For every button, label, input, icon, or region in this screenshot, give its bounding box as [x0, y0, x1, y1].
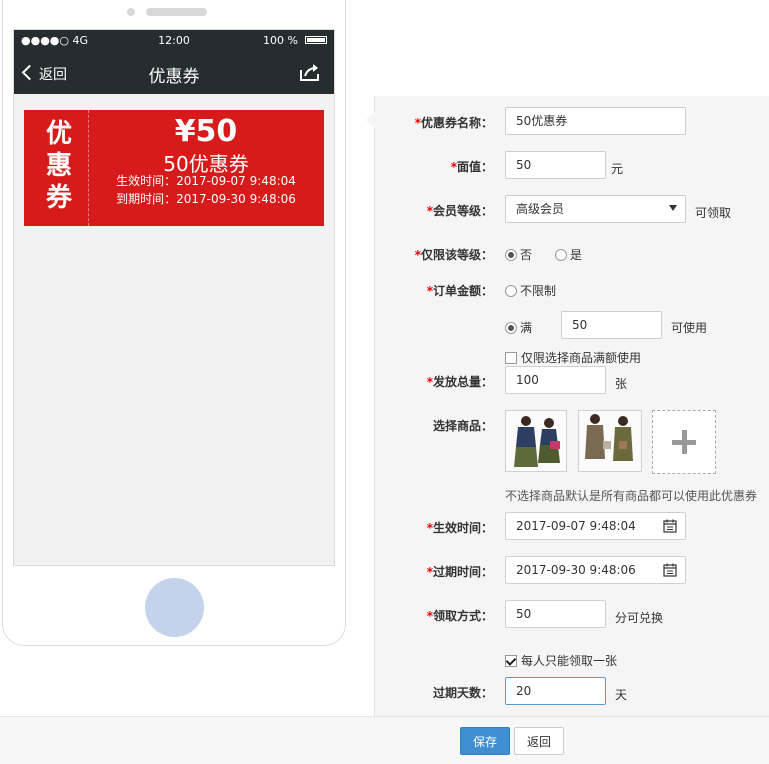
end-time-value: 2017-09-30 9:48:06	[516, 563, 636, 577]
order-amount-radio-unlimited[interactable]: 不限制	[505, 282, 556, 299]
only-selected-goods-checkbox[interactable]: 仅限选择商品满额使用	[505, 349, 641, 366]
once-per-person-checkbox[interactable]: 每人只能领取一张	[505, 652, 617, 669]
phone-speaker	[146, 8, 207, 16]
level-only-label: *仅限该等级：	[415, 246, 493, 263]
total-input[interactable]: 100	[505, 366, 606, 394]
dropdown-arrow-icon	[669, 205, 677, 211]
face-value-label: *面值：	[451, 158, 493, 175]
battery-icon	[305, 36, 327, 44]
level-only-radio-no[interactable]: 否	[505, 246, 532, 263]
label-text: 订单金额：	[432, 284, 493, 298]
total-unit: 张	[615, 377, 628, 391]
radio-checked-icon	[505, 249, 517, 261]
share-icon[interactable]	[299, 62, 321, 82]
label-text: 会员等级：	[432, 204, 493, 218]
coupon-vertical-char: 券	[45, 183, 72, 213]
claim-method-label: *领取方式：	[427, 607, 493, 624]
radio-label: 否	[520, 248, 533, 262]
coupon-serrated-edge	[20, 110, 28, 226]
phone-nav-bar: 返回 优惠券	[14, 52, 334, 94]
checkbox-checked-icon	[505, 655, 517, 667]
label-text: 过期天数：	[432, 686, 493, 700]
label-text: 过期时间：	[432, 565, 493, 579]
coupon-vertical-char: 优	[45, 119, 72, 149]
product-image-icon	[506, 411, 566, 471]
level-only-radio-yes[interactable]: 是	[555, 246, 582, 263]
order-amount-radio-full[interactable]: 满	[505, 319, 532, 336]
label-text: 领取方式：	[432, 609, 493, 623]
label-text: 面值：	[456, 160, 493, 174]
goods-hint: 不选择商品默认是所有商品都可以使用此优惠券	[505, 489, 758, 503]
start-time-label: *生效时间：	[427, 519, 493, 536]
member-level-suffix: 可领取	[695, 206, 732, 220]
calendar-icon[interactable]	[663, 563, 677, 577]
member-level-label: *会员等级：	[427, 202, 493, 219]
radio-label: 不限制	[520, 284, 557, 298]
checkbox-label: 每人只能领取一张	[521, 654, 618, 668]
total-label: *发放总量：	[427, 373, 493, 390]
phone-nav-title: 优惠券	[148, 67, 200, 87]
expire-days-input[interactable]: 20	[505, 677, 606, 705]
phone-camera	[127, 8, 135, 16]
checkbox-unchecked-icon	[505, 352, 517, 364]
claim-points-input[interactable]: 50	[505, 600, 606, 628]
coupon-name-label: *优惠券名称：	[415, 114, 493, 131]
phone-screen: ●●●●○ 4G 12:00 100 % 返回 优惠券 优 惠 券 ¥50 50…	[13, 29, 335, 566]
goods-thumbnail-2[interactable]	[578, 410, 642, 472]
goods-thumbnail-1[interactable]	[505, 410, 567, 472]
claim-suffix: 分可兑换	[615, 611, 664, 625]
radio-unchecked-icon	[555, 249, 567, 261]
coupon-vertical-label: 优 惠 券	[34, 118, 84, 214]
coupon-expire-time: 到期时间：2017-09-30 9:48:06	[116, 192, 296, 206]
radio-label: 是	[570, 248, 583, 262]
footer-bar	[0, 716, 769, 764]
label-text: 优惠券名称：	[420, 116, 493, 130]
end-time-input[interactable]: 2017-09-30 9:48:06	[505, 556, 686, 584]
goods-label: 选择商品：	[433, 417, 493, 434]
face-value-unit: 元	[611, 162, 624, 176]
label-text: 仅限该等级：	[420, 248, 493, 262]
radio-unchecked-icon	[505, 285, 517, 297]
order-amount-label: *订单金额：	[427, 282, 493, 299]
order-full-suffix: 可使用	[671, 321, 708, 335]
coupon-card: 优 惠 券 ¥50 50优惠券 生效时间：2017-09-07 9:48:04 …	[20, 110, 324, 226]
plus-icon	[672, 440, 696, 445]
back-button[interactable]: 返回	[514, 727, 564, 755]
radio-label: 满	[520, 321, 533, 335]
battery-percent: 100 %	[263, 34, 298, 47]
coupon-amount: ¥50	[174, 114, 238, 149]
expire-days-unit: 天	[615, 688, 628, 702]
coupon-name-input[interactable]: 50优惠券	[505, 107, 686, 135]
status-bar: ●●●●○ 4G 12:00 100 %	[14, 30, 334, 52]
end-time-label: *过期时间：	[427, 563, 493, 580]
start-time-input[interactable]: 2017-09-07 9:48:04	[505, 512, 686, 540]
label-text: 生效时间：	[432, 521, 493, 535]
member-level-selected: 高级会员	[516, 202, 565, 216]
calendar-icon[interactable]	[663, 519, 677, 533]
face-value-input[interactable]: 50	[505, 151, 606, 179]
coupon-vertical-char: 惠	[45, 151, 72, 181]
label-text: 选择商品：	[432, 419, 493, 433]
checkbox-label: 仅限选择商品满额使用	[521, 351, 642, 365]
label-text: 发放总量：	[432, 375, 493, 389]
add-goods-button[interactable]	[652, 410, 716, 474]
start-time-value: 2017-09-07 9:48:04	[516, 519, 636, 533]
order-full-amount-input[interactable]: 50	[561, 311, 662, 339]
coupon-effective-time: 生效时间：2017-09-07 9:48:04	[116, 174, 296, 188]
save-button[interactable]: 保存	[460, 727, 510, 755]
phone-home-button	[145, 578, 204, 637]
radio-checked-icon	[505, 322, 517, 334]
product-image-icon	[579, 411, 641, 471]
member-level-select[interactable]: 高级会员	[505, 195, 686, 223]
expire-days-label: 过期天数：	[433, 684, 493, 701]
